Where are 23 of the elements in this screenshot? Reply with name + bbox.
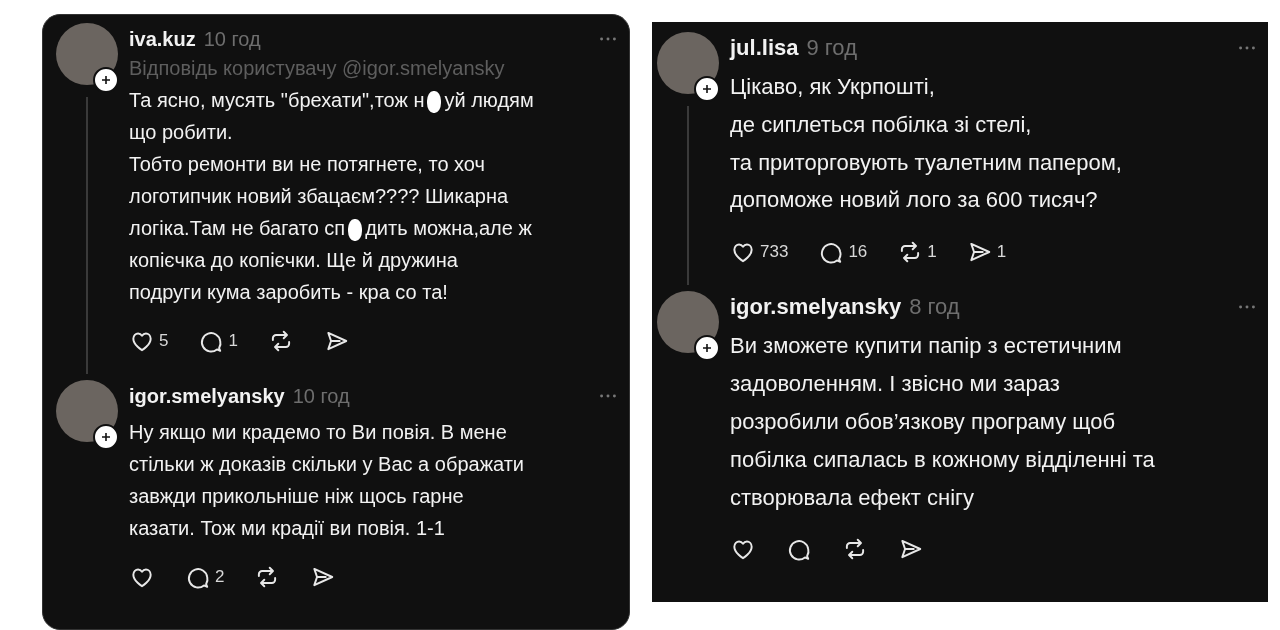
action-count: 1	[228, 331, 238, 351]
reply-to-text: Відповідь користувачу @igor.smelyansky	[129, 57, 506, 80]
post-time: 10 год	[292, 384, 350, 408]
username[interactable]: igor.smelyansky	[730, 294, 902, 321]
post-text: Та ясно, мусять "брехати",тож н уй людям що робити. Тобто ремонти ви не потягнете, то хоч логотипчик новий збацаєм???? Шикарна логіка.Там не багато сп дить можна,але ж копієчка до копієчки. Ще й дружина подруги кума заробить - кра со та!	[129, 88, 535, 305]
action-count: 1	[996, 242, 1007, 263]
post-text: Ну якщо ми крадемо то Ви повія. В мене стільки ж доказів скільки у Вас а ображати завжди прикольніше ніж щось гарне казати. Тож ми крадії ви повія. 1-1	[129, 420, 526, 541]
action-count: 1	[927, 242, 937, 263]
follow-button[interactable]	[93, 424, 119, 450]
action-count: 16	[848, 242, 868, 263]
post-time: 8 год	[909, 294, 960, 321]
action-count: 733	[760, 242, 789, 263]
action-count: 5	[159, 331, 169, 351]
post-time: 10 год	[203, 27, 261, 51]
post-text: Цікаво, як Укрпошті, де сиплеться побілка зі стелі, та приторговують туалетним папером, допоможе новий лого за 600 тисяч?	[730, 73, 1123, 215]
username[interactable]: iva.kuz	[129, 27, 196, 51]
follow-button[interactable]	[93, 67, 119, 93]
username[interactable]: igor.smelyansky	[129, 384, 285, 408]
follow-button[interactable]	[694, 76, 720, 102]
post-text: Ви зможете купити папір з естетичним задоволенням. І звісно ми зараз розробили обов’язкову програму щоб побілка сипалась в кожному відділенні та створювала ефект снігу	[730, 332, 1156, 512]
post-time: 9 год	[806, 35, 857, 61]
username[interactable]: jul.lisa	[730, 35, 799, 61]
action-count: 2	[215, 567, 225, 587]
